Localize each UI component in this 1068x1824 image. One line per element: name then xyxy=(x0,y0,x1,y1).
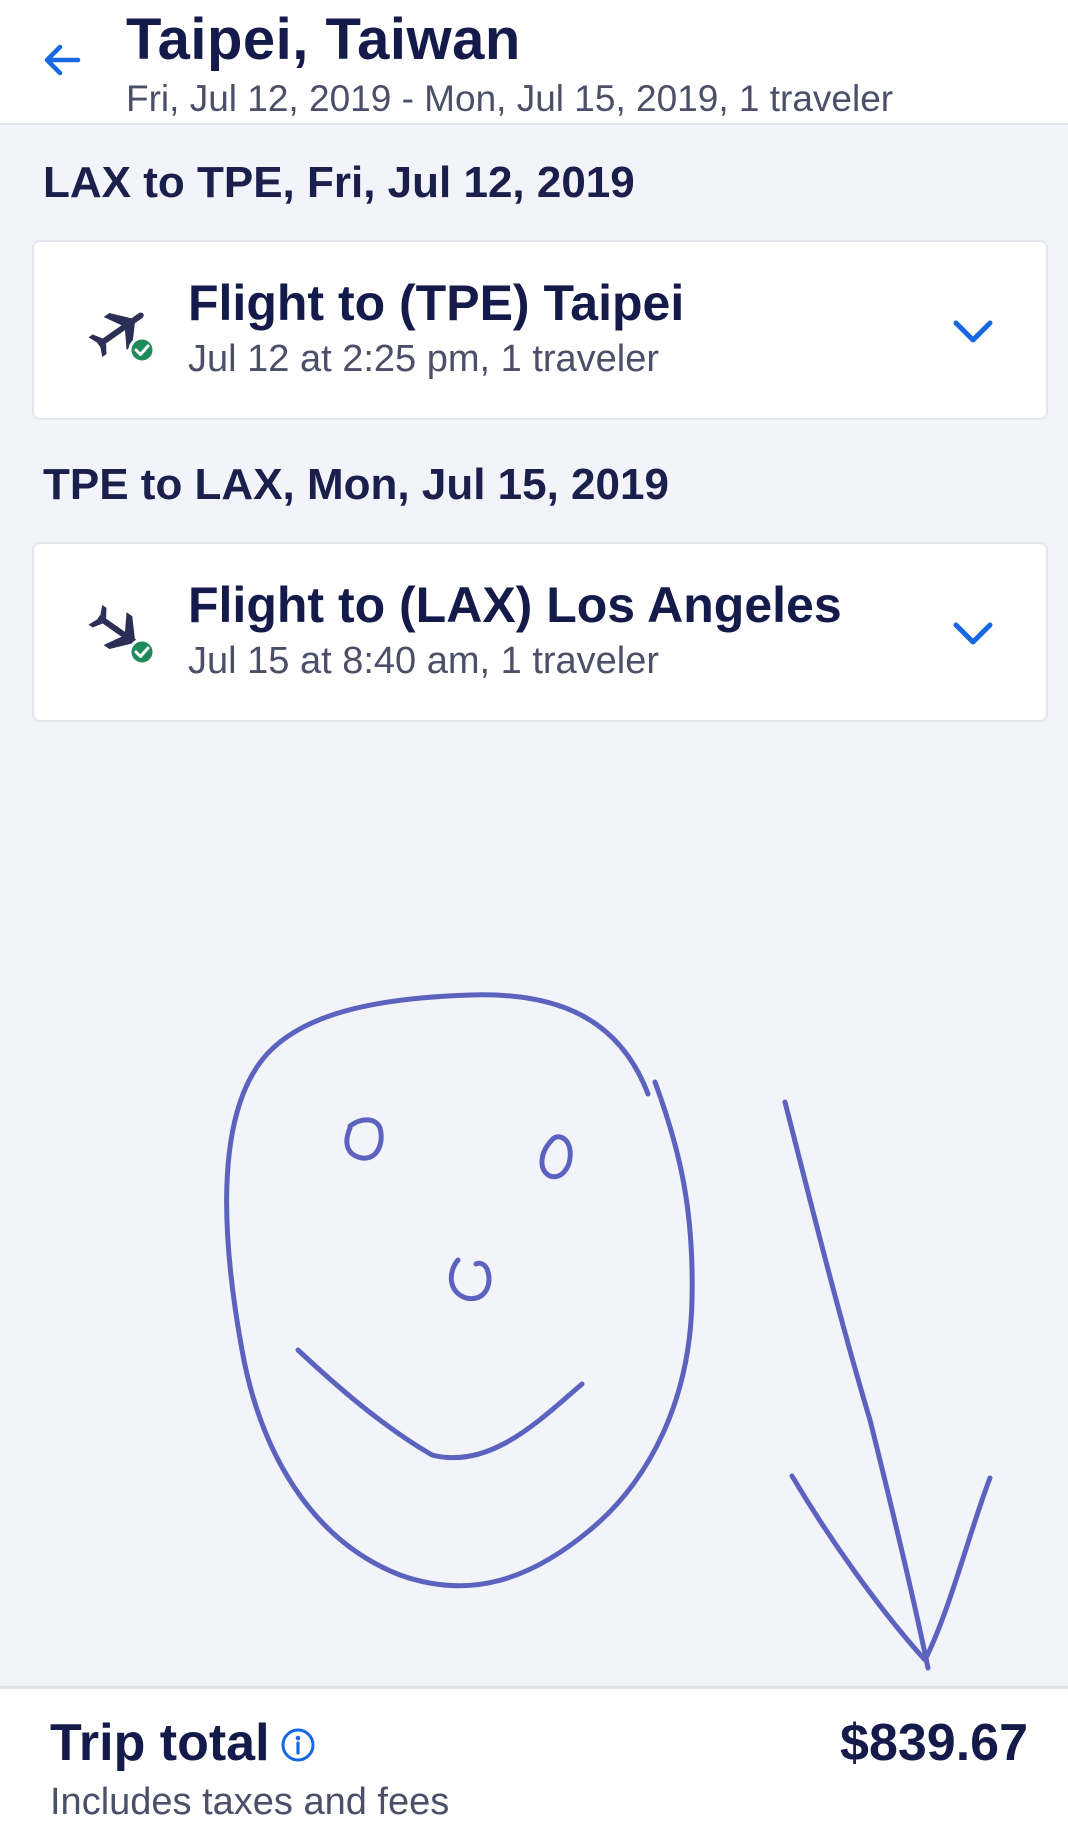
flight-title: Flight to (TPE) Taipei xyxy=(188,275,685,331)
trip-total-label: Trip total xyxy=(50,1714,270,1772)
arrow-left-icon xyxy=(44,44,81,76)
smiley-nose xyxy=(448,1257,492,1302)
flight-card-outbound[interactable]: Flight to (TPE) Taipei Jul 12 at 2:25 pm… xyxy=(32,240,1048,420)
smiley-left-eye xyxy=(344,1117,384,1161)
arrow-head xyxy=(789,1473,993,1663)
trip-total-bar: Trip total Includes taxes and fees $839.… xyxy=(0,1686,1068,1824)
arrow-shaft xyxy=(782,1099,931,1671)
chevron-down-icon xyxy=(953,622,993,645)
flight-details: Jul 12 at 2:25 pm, 1 traveler xyxy=(188,338,660,380)
flight-title: Flight to (LAX) Los Angeles xyxy=(188,577,842,633)
chevron-down-icon xyxy=(953,320,993,343)
leg-heading-outbound: LAX to TPE, Fri, Jul 12, 2019 xyxy=(43,158,635,207)
trip-dates-subtitle: Fri, Jul 12, 2019 - Mon, Jul 15, 2019, 1… xyxy=(126,78,894,119)
leg-heading-return: TPE to LAX, Mon, Jul 15, 2019 xyxy=(43,460,669,509)
page-title: Taipei, Taiwan xyxy=(126,7,521,72)
header: Taipei, Taiwan Fri, Jul 12, 2019 - Mon, … xyxy=(0,0,1068,125)
plane-check-icon xyxy=(88,312,156,364)
smiley-face-outline xyxy=(224,992,695,1589)
expand-button[interactable] xyxy=(948,612,998,656)
back-button[interactable] xyxy=(30,28,94,92)
info-icon[interactable] xyxy=(280,1727,316,1763)
smiley-right-eye xyxy=(539,1134,573,1180)
plane-check-icon xyxy=(88,604,156,666)
flight-details: Jul 15 at 8:40 am, 1 traveler xyxy=(188,640,660,682)
smiley-mouth xyxy=(295,1347,585,1461)
trip-total-price: $839.67 xyxy=(840,1714,1028,1772)
taxes-note: Includes taxes and fees xyxy=(50,1781,450,1823)
expand-button[interactable] xyxy=(948,310,998,354)
flight-card-return[interactable]: Flight to (LAX) Los Angeles Jul 15 at 8:… xyxy=(32,542,1048,722)
